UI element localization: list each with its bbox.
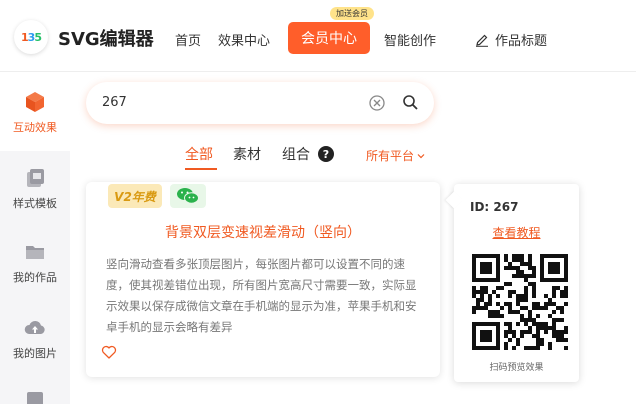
tab-combos[interactable]: 组合 bbox=[282, 144, 310, 164]
sidebar-item-interactive-effects[interactable]: 互动效果 bbox=[0, 73, 70, 151]
template-icon bbox=[27, 169, 44, 187]
sidebar-item-label: 互动效果 bbox=[13, 121, 57, 134]
image-icon bbox=[27, 392, 43, 404]
tab-materials[interactable]: 素材 bbox=[233, 144, 261, 164]
qr-code bbox=[472, 254, 568, 350]
sidebar-item-more[interactable] bbox=[0, 389, 70, 404]
clear-icon[interactable] bbox=[369, 95, 385, 111]
nav-effects-center[interactable]: 效果中心 bbox=[218, 30, 270, 49]
search-box[interactable]: 267 bbox=[86, 82, 434, 124]
work-title-edit[interactable]: 作品标题 bbox=[475, 30, 547, 49]
view-tutorial-link[interactable]: 查看教程 bbox=[454, 224, 579, 241]
sidebar-item-label: 我的图片 bbox=[13, 347, 57, 360]
heart-icon[interactable] bbox=[101, 344, 117, 360]
cube-icon bbox=[26, 92, 44, 112]
effect-card[interactable]: V2年费 背景双层变速视差滑动（竖向） 竖向滑动查看多张顶层图片，每张图片都可以… bbox=[86, 182, 440, 377]
card-description: 竖向滑动查看多张顶层图片，每张图片都可以设置不同的速度，使其视差错位出现，所有图… bbox=[106, 257, 417, 334]
vip-promo-badge: 加送会员 bbox=[330, 7, 374, 20]
folder-icon bbox=[26, 246, 44, 259]
wechat-icon bbox=[177, 188, 199, 204]
sidebar-item-style-templates[interactable]: 样式模板 bbox=[0, 167, 70, 211]
sidebar-item-label: 样式模板 bbox=[13, 197, 57, 210]
help-icon[interactable]: ? bbox=[318, 146, 334, 162]
tab-all[interactable]: 全部 bbox=[185, 144, 213, 164]
sidebar-item-label: 我的作品 bbox=[13, 271, 57, 284]
nav-smart-create[interactable]: 智能创作 bbox=[384, 30, 436, 49]
wechat-badge bbox=[170, 184, 206, 208]
v2-annual-badge: V2年费 bbox=[108, 184, 162, 208]
logo-text: 135 bbox=[21, 30, 42, 44]
top-header: 135 SVG编辑器 首页 效果中心 会员中心 加送会员 智能创作 作品标题 bbox=[0, 0, 636, 72]
logo[interactable]: 135 bbox=[14, 20, 48, 54]
left-sidebar: 互动效果 样式模板 我的作品 我的图片 bbox=[0, 73, 70, 404]
pencil-icon bbox=[476, 34, 488, 47]
preview-popover: ID: 267 查看教程 扫码预览效果 bbox=[445, 184, 579, 382]
vip-center-button[interactable]: 会员中心 bbox=[288, 22, 370, 54]
card-title[interactable]: 背景双层变速视差滑动（竖向） bbox=[86, 222, 440, 242]
cloud-upload-icon bbox=[24, 320, 45, 334]
brand-title[interactable]: SVG编辑器 bbox=[58, 25, 154, 51]
platform-filter-label: 所有平台 bbox=[366, 149, 415, 163]
chevron-down-icon bbox=[417, 153, 425, 158]
search-input[interactable]: 267 bbox=[102, 95, 127, 110]
search-icon[interactable] bbox=[402, 94, 419, 111]
sidebar-item-my-works[interactable]: 我的作品 bbox=[0, 241, 70, 285]
platform-filter-dropdown[interactable]: 所有平台 bbox=[366, 147, 426, 164]
qr-caption: 扫码预览效果 bbox=[489, 363, 544, 373]
sidebar-item-my-images[interactable]: 我的图片 bbox=[0, 317, 70, 361]
nav-home[interactable]: 首页 bbox=[175, 30, 201, 49]
work-title-label: 作品标题 bbox=[495, 34, 548, 49]
tab-active-underline bbox=[185, 168, 217, 170]
effect-id: ID: 267 bbox=[470, 200, 519, 214]
